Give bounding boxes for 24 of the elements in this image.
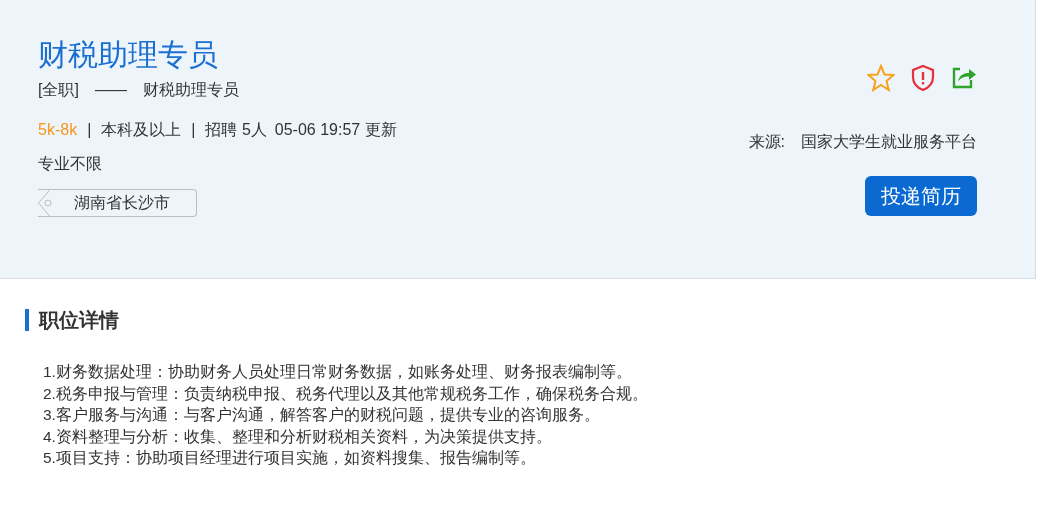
major-text: 专业不限 — [38, 154, 103, 174]
detail-line: 1.财务数据处理：协助财务人员处理日常财务数据，如账务处理、财务报表编制等。 — [43, 362, 633, 382]
source-label: 来源: — [748, 132, 785, 152]
job-role: 财税助理专员 — [142, 80, 239, 100]
job-title: 财税助理专员 — [38, 37, 219, 73]
separator: | — [87, 120, 92, 140]
section-heading: 职位详情 — [25, 309, 1040, 331]
detail-line: 4.资料整理与分析：收集、整理和分析财税相关资料，为决策提供支持。 — [43, 426, 553, 447]
headcount-text: 招聘 5人 — [205, 120, 267, 140]
job-type: [全职] — [38, 80, 79, 100]
star-icon[interactable] — [867, 64, 895, 92]
separator: | — [191, 120, 196, 140]
detail-line: 2.税务申报与管理：负责纳税申报、税务代理以及其他常规税务工作，确保税务合规。 — [43, 383, 649, 404]
dash-separator: —— — [94, 80, 127, 100]
apply-button[interactable]: 投递简历 — [865, 176, 977, 216]
detail-line: 5.项目支持：协助项目经理进行项目实施，如资料搜集、报告编制等。 — [43, 448, 537, 468]
tag-point-icon — [38, 189, 52, 217]
salary-text: 5k-8k — [38, 120, 78, 140]
detail-line: 3.客户服务与沟通：与客户沟通，解答客户的财税问题，提供专业的咨询服务。 — [43, 405, 601, 425]
warning-shield-icon[interactable] — [911, 64, 935, 92]
source-text: 国家大学生就业服务平台 — [801, 132, 977, 152]
updated-time: 05-06 19:57 更新 — [274, 120, 397, 140]
location-tag: 湖南省长沙市 — [38, 189, 197, 217]
education-text: 本科及以上 — [101, 120, 182, 140]
